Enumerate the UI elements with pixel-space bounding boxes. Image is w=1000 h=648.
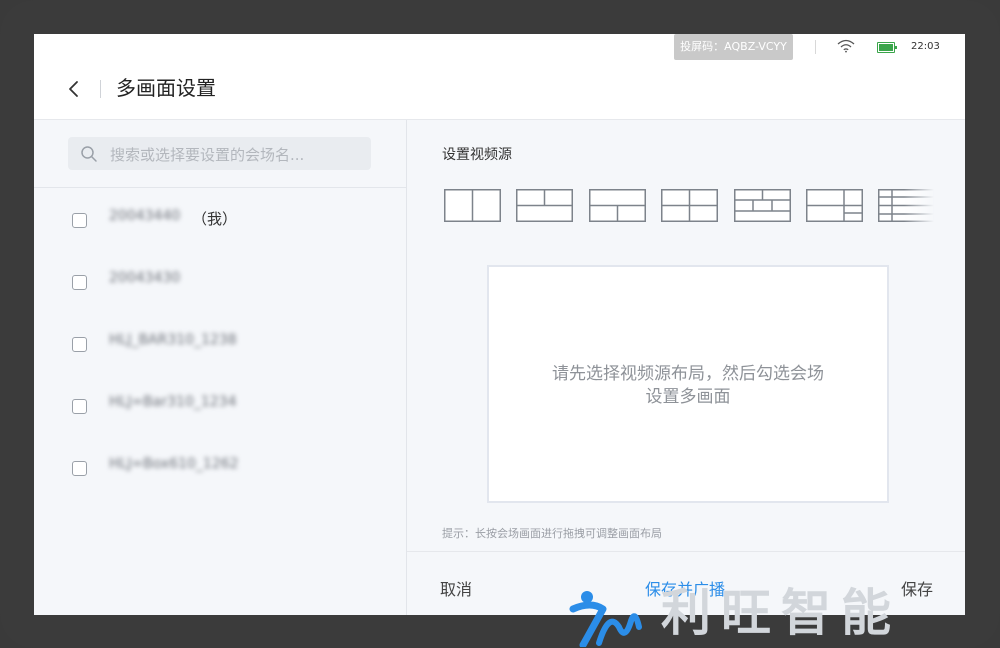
watermark-text: 利旺智能: [661, 584, 901, 642]
search-box: [68, 137, 371, 172]
site-row[interactable]: 20043430: [34, 250, 406, 312]
battery-icon: [877, 42, 897, 53]
layout-split-3-bottom-icon[interactable]: [589, 189, 646, 222]
brand-logo-icon: [569, 591, 642, 647]
self-marker: （我）: [192, 210, 238, 228]
site-row[interactable]: HLJ=Bar310_1234: [34, 374, 406, 436]
search-icon: [81, 146, 97, 162]
site-name: 20043430: [109, 270, 181, 286]
layout-split-6-icon[interactable]: [734, 189, 791, 222]
site-checkbox[interactable]: [72, 337, 87, 352]
cast-code-badge: 投屏码：AQBZ-VCYY: [674, 34, 793, 60]
cancel-button[interactable]: 取消: [440, 576, 472, 600]
status-bar: 投屏码：AQBZ-VCYY 22:03: [34, 34, 965, 60]
status-divider: [815, 40, 816, 54]
site-row[interactable]: HLJ_BAR310_1238: [34, 312, 406, 374]
layout-split-4-icon[interactable]: [661, 189, 718, 222]
site-checkbox[interactable]: [72, 213, 87, 228]
site-checkbox[interactable]: [72, 399, 87, 414]
screen: 投屏码：AQBZ-VCYY 22:03 多画面设置 搜索或选择要设置的会场名..…: [34, 34, 965, 615]
site-name: 20043440: [109, 208, 181, 224]
search-input[interactable]: [108, 137, 362, 172]
preview-message-line2: 设置多画面: [645, 387, 731, 407]
site-name: HLJ=Bar310_1234: [109, 394, 237, 410]
video-source-panel: 设置视频源 请先选择视频源布局，然后勾选会场 设置多画面 提示：长按会场画面进行…: [407, 120, 965, 615]
preview-area[interactable]: 请先选择视频源布局，然后勾选会场 设置多画面: [487, 265, 889, 503]
site-list-panel: 20043440 （我） 20043430 HLJ_BAR310_1238 HL…: [34, 120, 407, 615]
watermark: 利旺智能: [569, 583, 989, 647]
site-checkbox[interactable]: [72, 461, 87, 476]
chevron-left-icon[interactable]: [64, 77, 84, 101]
section-title: 设置视频源: [442, 147, 512, 163]
site-row[interactable]: 20043440 （我）: [34, 188, 406, 250]
header-divider: [100, 80, 101, 98]
layout-selector: [444, 189, 934, 225]
site-name: HLJ_BAR310_1238: [109, 332, 237, 348]
clock: 22:03: [911, 41, 940, 52]
preview-message-line1: 请先选择视频源布局，然后勾选会场: [552, 364, 824, 384]
layout-split-more-icon[interactable]: [878, 189, 934, 222]
layout-split-5-icon[interactable]: [806, 189, 863, 222]
site-name: HLJ=Box610_1262: [109, 456, 239, 472]
page-title: 多画面设置: [116, 76, 216, 100]
drag-tip: 提示：长按会场画面进行拖拽可调整画面布局: [442, 527, 662, 540]
site-row[interactable]: HLJ=Box610_1262: [34, 436, 406, 498]
layout-split-3-top-icon[interactable]: [516, 189, 573, 222]
page-header: 多画面设置: [34, 60, 965, 120]
site-checkbox[interactable]: [72, 275, 87, 290]
layout-split-2-icon[interactable]: [444, 189, 501, 222]
preview-placeholder-text: 请先选择视频源布局，然后勾选会场 设置多画面: [489, 363, 887, 409]
wifi-icon: [837, 39, 855, 53]
